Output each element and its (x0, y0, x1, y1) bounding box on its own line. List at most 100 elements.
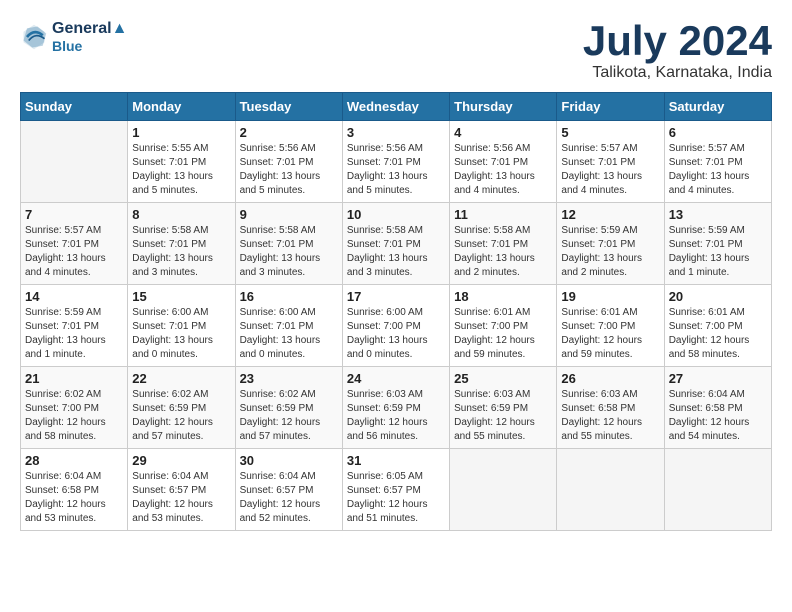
day-number: 12 (561, 207, 659, 222)
day-info: Sunrise: 5:58 AM Sunset: 7:01 PM Dayligh… (132, 224, 230, 280)
day-cell (557, 449, 664, 531)
day-info: Sunrise: 6:04 AM Sunset: 6:58 PM Dayligh… (669, 388, 767, 444)
day-info: Sunrise: 5:56 AM Sunset: 7:01 PM Dayligh… (347, 142, 445, 198)
day-cell: 27 Sunrise: 6:04 AM Sunset: 6:58 PM Dayli… (664, 367, 771, 449)
week-row-1: 1Sunrise: 5:55 AM Sunset: 7:01 PM Daylig… (21, 121, 772, 203)
day-info: Sunrise: 5:59 AM Sunset: 7:01 PM Dayligh… (669, 224, 767, 280)
day-number: 29 (132, 453, 230, 468)
day-cell: 4 Sunrise: 5:56 AM Sunset: 7:01 PM Daylig… (450, 121, 557, 203)
day-cell: 7 Sunrise: 5:57 AM Sunset: 7:01 PM Daylig… (21, 203, 128, 285)
day-cell: 8 Sunrise: 5:58 AM Sunset: 7:01 PM Daylig… (128, 203, 235, 285)
day-cell: 23Sunrise: 6:02 AM Sunset: 6:59 PM Dayli… (235, 367, 342, 449)
day-info: Sunrise: 5:59 AM Sunset: 7:01 PM Dayligh… (561, 224, 659, 280)
day-info: Sunrise: 6:01 AM Sunset: 7:00 PM Dayligh… (561, 306, 659, 362)
day-number: 15 (132, 289, 230, 304)
day-cell: 18 Sunrise: 6:01 AM Sunset: 7:00 PM Dayli… (450, 285, 557, 367)
day-number: 21 (25, 371, 123, 386)
day-number: 9 (240, 207, 338, 222)
col-header-wednesday: Wednesday (342, 93, 449, 121)
day-info: Sunrise: 5:57 AM Sunset: 7:01 PM Dayligh… (561, 142, 659, 198)
day-cell: 28 Sunrise: 6:04 AM Sunset: 6:58 PM Dayli… (21, 449, 128, 531)
day-info: Sunrise: 6:02 AM Sunset: 7:00 PM Dayligh… (25, 388, 123, 444)
day-number: 13 (669, 207, 767, 222)
day-info: Sunrise: 5:55 AM Sunset: 7:01 PM Dayligh… (132, 142, 230, 198)
day-cell (664, 449, 771, 531)
calendar-table: SundayMondayTuesdayWednesdayThursdayFrid… (20, 92, 772, 531)
day-number: 11 (454, 207, 552, 222)
col-header-monday: Monday (128, 93, 235, 121)
day-cell: 1Sunrise: 5:55 AM Sunset: 7:01 PM Daylig… (128, 121, 235, 203)
day-number: 23 (240, 371, 338, 386)
day-info: Sunrise: 6:00 AM Sunset: 7:00 PM Dayligh… (347, 306, 445, 362)
day-number: 2 (240, 125, 338, 140)
day-info: Sunrise: 6:04 AM Sunset: 6:57 PM Dayligh… (240, 470, 338, 526)
day-cell: 2Sunrise: 5:56 AM Sunset: 7:01 PM Daylig… (235, 121, 342, 203)
week-row-4: 21 Sunrise: 6:02 AM Sunset: 7:00 PM Dayli… (21, 367, 772, 449)
day-number: 25 (454, 371, 552, 386)
day-cell: 20Sunrise: 6:01 AM Sunset: 7:00 PM Dayli… (664, 285, 771, 367)
day-cell: 21 Sunrise: 6:02 AM Sunset: 7:00 PM Dayli… (21, 367, 128, 449)
day-info: Sunrise: 6:04 AM Sunset: 6:58 PM Dayligh… (25, 470, 123, 526)
day-number: 5 (561, 125, 659, 140)
day-cell: 13 Sunrise: 5:59 AM Sunset: 7:01 PM Dayli… (664, 203, 771, 285)
day-cell: 26Sunrise: 6:03 AM Sunset: 6:58 PM Dayli… (557, 367, 664, 449)
col-header-thursday: Thursday (450, 93, 557, 121)
day-info: Sunrise: 6:00 AM Sunset: 7:01 PM Dayligh… (240, 306, 338, 362)
day-number: 14 (25, 289, 123, 304)
day-info: Sunrise: 5:57 AM Sunset: 7:01 PM Dayligh… (669, 142, 767, 198)
logo-icon (20, 23, 48, 51)
day-number: 10 (347, 207, 445, 222)
col-header-tuesday: Tuesday (235, 93, 342, 121)
day-cell: 15Sunrise: 6:00 AM Sunset: 7:01 PM Dayli… (128, 285, 235, 367)
day-number: 16 (240, 289, 338, 304)
week-row-5: 28 Sunrise: 6:04 AM Sunset: 6:58 PM Dayli… (21, 449, 772, 531)
day-number: 31 (347, 453, 445, 468)
col-header-sunday: Sunday (21, 93, 128, 121)
day-number: 4 (454, 125, 552, 140)
day-number: 6 (669, 125, 767, 140)
day-cell: 31 Sunrise: 6:05 AM Sunset: 6:57 PM Dayli… (342, 449, 449, 531)
day-info: Sunrise: 5:58 AM Sunset: 7:01 PM Dayligh… (240, 224, 338, 280)
day-cell: 6 Sunrise: 5:57 AM Sunset: 7:01 PM Daylig… (664, 121, 771, 203)
day-number: 30 (240, 453, 338, 468)
day-cell: 3 Sunrise: 5:56 AM Sunset: 7:01 PM Daylig… (342, 121, 449, 203)
week-row-3: 14Sunrise: 5:59 AM Sunset: 7:01 PM Dayli… (21, 285, 772, 367)
col-header-friday: Friday (557, 93, 664, 121)
day-info: Sunrise: 6:05 AM Sunset: 6:57 PM Dayligh… (347, 470, 445, 526)
day-number: 28 (25, 453, 123, 468)
day-number: 7 (25, 207, 123, 222)
day-cell: 24 Sunrise: 6:03 AM Sunset: 6:59 PM Dayli… (342, 367, 449, 449)
day-cell: 14Sunrise: 5:59 AM Sunset: 7:01 PM Dayli… (21, 285, 128, 367)
day-number: 18 (454, 289, 552, 304)
day-info: Sunrise: 6:03 AM Sunset: 6:59 PM Dayligh… (347, 388, 445, 444)
main-title: July 2024 (583, 20, 772, 62)
day-number: 8 (132, 207, 230, 222)
day-info: Sunrise: 5:58 AM Sunset: 7:01 PM Dayligh… (347, 224, 445, 280)
day-cell: 25 Sunrise: 6:03 AM Sunset: 6:59 PM Dayli… (450, 367, 557, 449)
title-block: July 2024 Talikota, Karnataka, India (583, 20, 772, 82)
day-number: 3 (347, 125, 445, 140)
day-cell (21, 121, 128, 203)
day-number: 24 (347, 371, 445, 386)
day-number: 26 (561, 371, 659, 386)
day-cell: 10 Sunrise: 5:58 AM Sunset: 7:01 PM Dayli… (342, 203, 449, 285)
day-cell: 12 Sunrise: 5:59 AM Sunset: 7:01 PM Dayli… (557, 203, 664, 285)
page-header: General▲ Blue July 2024 Talikota, Karnat… (20, 20, 772, 82)
subtitle: Talikota, Karnataka, India (583, 64, 772, 82)
day-number: 17 (347, 289, 445, 304)
day-info: Sunrise: 6:02 AM Sunset: 6:59 PM Dayligh… (132, 388, 230, 444)
logo-text: General▲ Blue (52, 20, 127, 54)
day-info: Sunrise: 5:56 AM Sunset: 7:01 PM Dayligh… (454, 142, 552, 198)
day-info: Sunrise: 6:03 AM Sunset: 6:59 PM Dayligh… (454, 388, 552, 444)
day-info: Sunrise: 6:01 AM Sunset: 7:00 PM Dayligh… (454, 306, 552, 362)
day-number: 27 (669, 371, 767, 386)
day-cell: 29Sunrise: 6:04 AM Sunset: 6:57 PM Dayli… (128, 449, 235, 531)
day-number: 22 (132, 371, 230, 386)
logo: General▲ Blue (20, 20, 127, 54)
day-info: Sunrise: 5:57 AM Sunset: 7:01 PM Dayligh… (25, 224, 123, 280)
col-header-saturday: Saturday (664, 93, 771, 121)
column-headers: SundayMondayTuesdayWednesdayThursdayFrid… (21, 93, 772, 121)
day-info: Sunrise: 5:58 AM Sunset: 7:01 PM Dayligh… (454, 224, 552, 280)
day-cell: 30 Sunrise: 6:04 AM Sunset: 6:57 PM Dayli… (235, 449, 342, 531)
day-cell: 19Sunrise: 6:01 AM Sunset: 7:00 PM Dayli… (557, 285, 664, 367)
